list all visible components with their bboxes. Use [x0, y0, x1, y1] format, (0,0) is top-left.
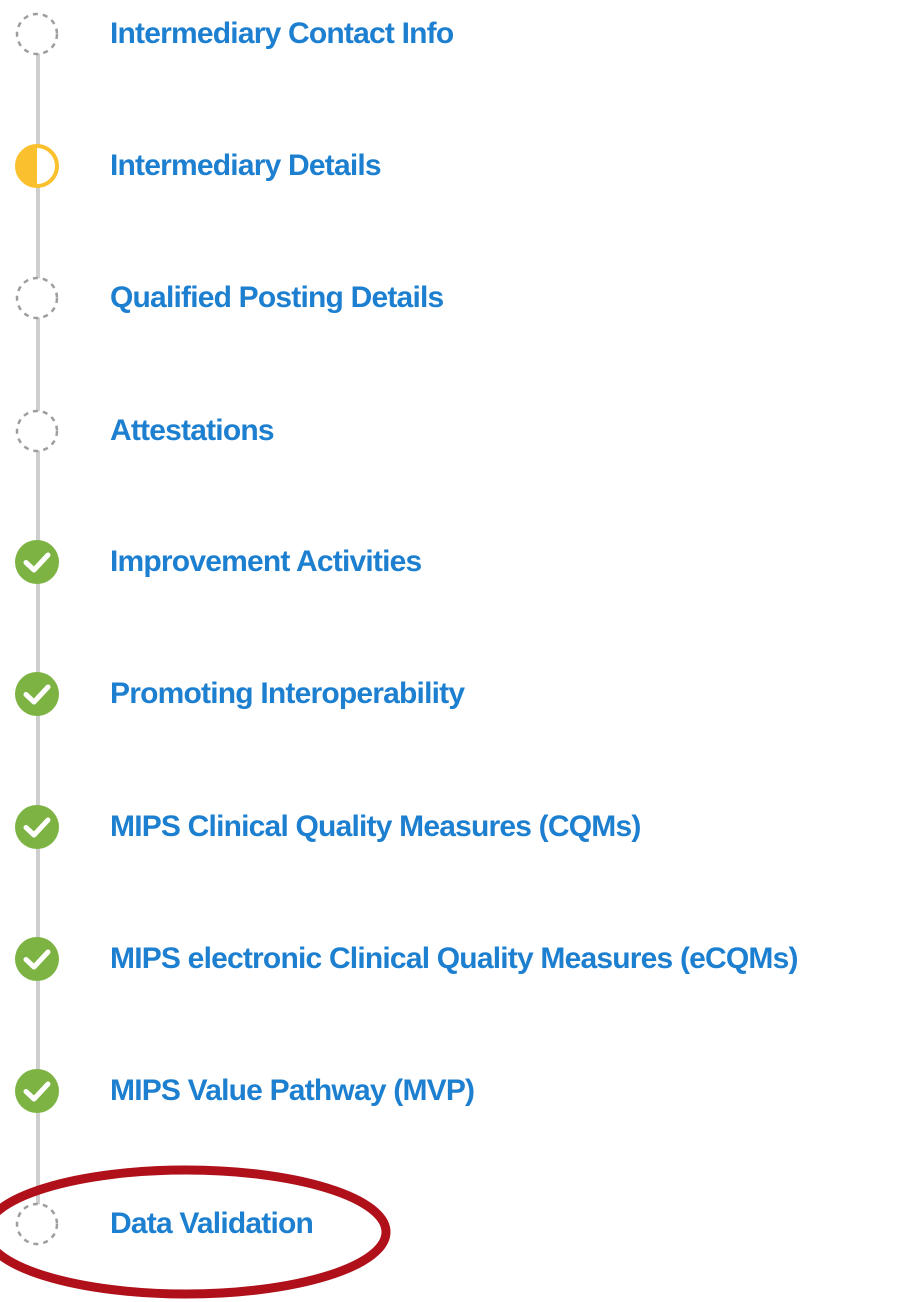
check-circle-icon: [15, 937, 59, 981]
step-mips-value-pathway[interactable]: MIPS Value Pathway (MVP): [0, 1059, 922, 1119]
step-label[interactable]: Improvement Activities: [110, 540, 422, 584]
step-improvement-activities[interactable]: Improvement Activities: [0, 530, 922, 590]
step-label[interactable]: Intermediary Details: [110, 144, 382, 188]
dashed-circle-icon: [15, 276, 59, 320]
step-data-validation[interactable]: Data Validation: [0, 1192, 922, 1252]
dashed-circle-icon: [15, 1202, 59, 1246]
step-label[interactable]: MIPS electronic Clinical Quality Measure…: [110, 937, 798, 981]
step-label[interactable]: MIPS Clinical Quality Measures (CQMs): [110, 805, 641, 849]
step-intermediary-contact-info[interactable]: Intermediary Contact Info: [0, 2, 922, 62]
step-label[interactable]: Qualified Posting Details: [110, 276, 444, 320]
dashed-circle-icon: [15, 12, 59, 56]
step-label[interactable]: Data Validation: [110, 1202, 314, 1246]
check-circle-icon: [15, 1069, 59, 1113]
step-label[interactable]: Promoting Interoperability: [110, 672, 465, 716]
step-intermediary-details[interactable]: Intermediary Details: [0, 134, 922, 194]
step-mips-cqms[interactable]: MIPS Clinical Quality Measures (CQMs): [0, 795, 922, 855]
step-attestations[interactable]: Attestations: [0, 399, 922, 459]
check-circle-icon: [15, 540, 59, 584]
progress-stepper: Intermediary Contact Info Intermediary D…: [0, 0, 922, 1299]
half-filled-circle-icon: [15, 144, 59, 188]
check-circle-icon: [15, 805, 59, 849]
step-label[interactable]: MIPS Value Pathway (MVP): [110, 1069, 475, 1113]
check-circle-icon: [15, 672, 59, 716]
step-promoting-interoperability[interactable]: Promoting Interoperability: [0, 662, 922, 722]
step-label[interactable]: Intermediary Contact Info: [110, 12, 454, 56]
step-label[interactable]: Attestations: [110, 409, 275, 453]
dashed-circle-icon: [15, 409, 59, 453]
step-mips-ecqms[interactable]: MIPS electronic Clinical Quality Measure…: [0, 927, 922, 987]
step-qualified-posting-details[interactable]: Qualified Posting Details: [0, 266, 922, 326]
